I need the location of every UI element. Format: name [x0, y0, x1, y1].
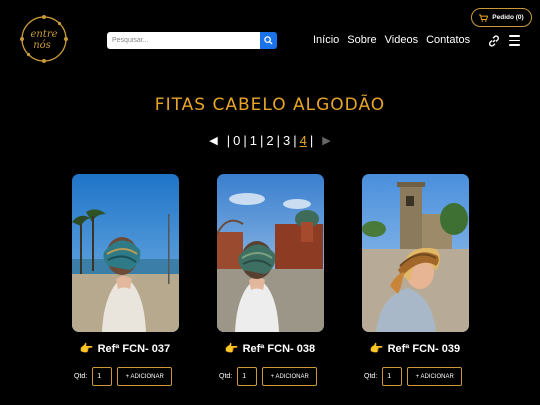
nav-item-inicio[interactable]: Início: [313, 34, 339, 46]
main-nav: Início Sobre Videos Contatos: [313, 34, 470, 46]
pagination-page-3[interactable]: 3: [281, 133, 292, 148]
product-qty-row-037: Qtd: + ADICIONAR: [74, 367, 173, 386]
pagination-next[interactable]: ▶: [322, 134, 330, 147]
qty-label: Qtd:: [364, 373, 378, 380]
product-ref-037: 👉 Refª FCN- 037: [79, 343, 171, 355]
product-image-fcn-039[interactable]: [362, 174, 469, 332]
pagination-page-1[interactable]: 1: [248, 133, 259, 148]
qty-input[interactable]: [382, 367, 403, 386]
cart-button[interactable]: Pedido (0): [471, 8, 532, 27]
nav-item-contatos[interactable]: Contatos: [426, 34, 470, 46]
pagination-separator: |: [309, 133, 314, 148]
nav-item-sobre[interactable]: Sobre: [347, 34, 376, 46]
search-bar: [107, 32, 277, 49]
pagination-page-0[interactable]: 0: [231, 133, 242, 148]
pointing-hand-icon: 👉: [224, 343, 239, 355]
page-title: FITAS CABELO ALGODÃO: [154, 95, 386, 115]
search-button[interactable]: [260, 32, 277, 49]
add-to-order-button[interactable]: + ADICIONAR: [117, 367, 173, 386]
add-to-order-button[interactable]: + ADICIONAR: [262, 367, 318, 386]
logo-text-bottom: nós: [33, 40, 51, 51]
pointing-hand-icon: 👉: [79, 343, 94, 355]
pointing-hand-icon: 👉: [369, 343, 384, 355]
cart-label: Pedido (0): [492, 14, 524, 21]
product-ref-038: 👉 Refª FCN- 038: [224, 343, 316, 355]
product-ref-039: 👉 Refª FCN- 039: [369, 343, 461, 355]
menu-icon[interactable]: [509, 35, 520, 46]
nav-item-videos[interactable]: Videos: [385, 34, 418, 46]
qty-label: Qtd:: [219, 373, 233, 380]
qty-input[interactable]: [237, 367, 258, 386]
qty-input[interactable]: [92, 367, 113, 386]
pagination: ◀ | 0 | 1 | 2 | 3 | 4 | ▶: [0, 133, 540, 148]
qty-label: Qtd:: [74, 373, 88, 380]
pagination-page-2[interactable]: 2: [264, 133, 275, 148]
search-icon: [264, 36, 273, 45]
product-image-fcn-037[interactable]: [72, 174, 179, 332]
product-image-fcn-038[interactable]: [217, 174, 324, 332]
search-input[interactable]: [107, 32, 260, 49]
pagination-prev[interactable]: ◀: [209, 134, 217, 147]
cart-icon: [479, 14, 489, 22]
link-icon[interactable]: [487, 34, 501, 48]
product-qty-row-038: Qtd: + ADICIONAR: [219, 367, 318, 386]
pagination-page-4-active[interactable]: 4: [298, 133, 309, 148]
brand-logo[interactable]: entre nós: [18, 13, 70, 65]
add-to-order-button[interactable]: + ADICIONAR: [407, 367, 463, 386]
logo-text-top: entre: [30, 29, 57, 40]
product-qty-row-039: Qtd: + ADICIONAR: [364, 367, 463, 386]
